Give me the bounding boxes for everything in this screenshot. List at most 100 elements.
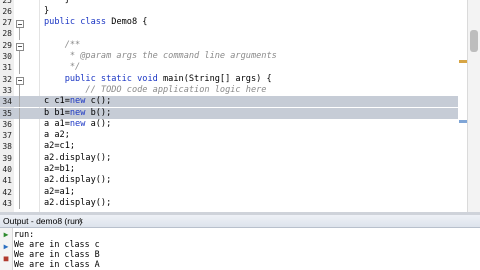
code-token: b();: [90, 107, 112, 118]
code-token: a2.display();: [44, 197, 112, 208]
code-line[interactable]: 28: [0, 28, 458, 40]
code-line[interactable]: 30 * @param args the command line argume…: [0, 51, 458, 63]
output-tab-title[interactable]: Output - demo8 (run): [3, 215, 82, 227]
keyword-token: new: [69, 107, 91, 118]
scroll-thumb[interactable]: [470, 30, 478, 52]
line-number: 32: [2, 74, 12, 84]
code-text[interactable]: a2.display();: [44, 153, 111, 164]
vertical-scrollbar[interactable]: [467, 0, 480, 212]
keyword-token: public static void: [44, 73, 163, 84]
code-text[interactable]: * @param args the command line arguments: [44, 51, 277, 62]
output-panel: Output - demo8 (run) × ▶ ▶ ■ run: We are …: [0, 215, 480, 270]
code-line[interactable]: 41 a2.display();: [0, 175, 458, 187]
code-editor[interactable]: 25 }26}27public class Demo8 {2829 /**30 …: [0, 0, 480, 212]
rerun-icon[interactable]: ▶: [2, 231, 10, 239]
line-number: 37: [2, 131, 12, 141]
code-text[interactable]: // TODO code application logic here: [44, 85, 266, 96]
output-line: We are in class A: [14, 259, 100, 269]
code-line[interactable]: 35 b b1=new b();: [0, 107, 458, 119]
code-text[interactable]: b b1=new b();: [44, 108, 111, 119]
fold-toggle-icon[interactable]: [16, 42, 24, 51]
code-text[interactable]: a2.display();: [44, 198, 111, 209]
code-token: a2=c1;: [44, 141, 76, 152]
fold-guide: [19, 186, 20, 198]
code-text[interactable]: public class Demo8 {: [44, 17, 147, 28]
code-line[interactable]: 39 a2.display();: [0, 152, 458, 164]
code-token: main(String[] args) {: [163, 73, 272, 84]
output-line: We are in class c: [14, 239, 100, 249]
code-text[interactable]: a2=b1;: [44, 164, 75, 175]
code-token: b b1=: [44, 107, 70, 118]
line-number: 31: [2, 63, 12, 73]
code-line[interactable]: 38 a2=c1;: [0, 141, 458, 153]
fold-guide: [19, 96, 20, 108]
fold-toggle-icon[interactable]: [16, 76, 24, 85]
code-line[interactable]: 43 a2.display();: [0, 197, 458, 210]
code-text[interactable]: */: [44, 62, 80, 73]
code-line[interactable]: 27 public class Demo8 {: [0, 17, 458, 29]
code-text[interactable]: }: [44, 6, 49, 17]
code-token: a2=b1;: [44, 164, 76, 174]
line-number: 41: [2, 176, 12, 186]
line-number: 33: [2, 85, 12, 95]
code-line[interactable]: 29 /**: [0, 40, 458, 51]
comment-token: // TODO code application logic here: [44, 84, 267, 95]
stop-icon[interactable]: ■: [2, 255, 10, 263]
line-number: 36: [2, 119, 12, 129]
code-token: a a1=: [44, 118, 70, 129]
code-token: }: [44, 5, 50, 16]
code-token: a2.display();: [44, 175, 112, 186]
keyword-token: public class: [44, 17, 112, 28]
fold-guide: [19, 118, 20, 131]
code-line[interactable]: 37 a a2;: [0, 130, 458, 142]
code-text[interactable]: a2=a1;: [44, 187, 75, 198]
code-token: c c1=: [44, 96, 70, 107]
line-number: 30: [2, 52, 12, 61]
occurrence-mark[interactable]: [459, 120, 467, 123]
fold-guide: [19, 28, 20, 40]
code-text[interactable]: public static void main(String[] args) {: [44, 74, 272, 85]
code-text[interactable]: /**: [44, 40, 81, 51]
code-token: a2=a1;: [44, 186, 76, 197]
code-line[interactable]: 42 a2=a1;: [0, 186, 458, 198]
code-text[interactable]: a a2;: [44, 130, 70, 141]
line-number: 42: [2, 187, 12, 197]
code-line[interactable]: 31 */: [0, 62, 458, 74]
comment-token: * @param args the command line arguments: [44, 51, 277, 61]
fold-guide: [19, 84, 20, 97]
code-token: a();: [90, 118, 112, 129]
close-icon[interactable]: ×: [78, 215, 83, 227]
code-line[interactable]: 34 c c1=new c();: [0, 96, 458, 108]
fold-toggle-icon[interactable]: [16, 20, 24, 29]
code-text[interactable]: a a1=new a();: [44, 119, 111, 130]
fold-guide: [19, 51, 20, 63]
line-number: 26: [2, 6, 12, 16]
fold-guide: [19, 130, 20, 142]
line-number: 39: [2, 153, 12, 163]
code-text[interactable]: a2.display();: [44, 175, 111, 186]
line-number: 29: [2, 40, 12, 50]
output-tab[interactable]: Output - demo8 (run) ×: [0, 215, 480, 228]
line-number: 40: [2, 165, 12, 174]
output-toolbar: ▶ ▶ ■: [0, 228, 13, 270]
line-number: 38: [2, 142, 12, 152]
code-token: a2.display();: [44, 152, 112, 163]
line-number: 27: [2, 18, 12, 28]
fold-guide: [19, 107, 20, 119]
code-token: }: [44, 0, 70, 5]
rerun-debug-icon[interactable]: ▶: [2, 243, 10, 251]
code-text[interactable]: c c1=new c();: [44, 96, 111, 107]
comment-token: */: [44, 62, 81, 73]
fold-guide: [19, 197, 20, 210]
code-line[interactable]: 32 public static void main(String[] args…: [0, 74, 458, 85]
code-line[interactable]: 40 a2=b1;: [0, 164, 458, 176]
line-number: 28: [2, 29, 12, 39]
code-line[interactable]: 26}: [0, 6, 458, 17]
code-text[interactable]: a2=c1;: [44, 141, 75, 152]
keyword-token: new: [69, 118, 91, 129]
code-line[interactable]: 36 a a1=new a();: [0, 118, 458, 131]
fold-guide: [19, 62, 20, 74]
code-line[interactable]: 33 // TODO code application logic here: [0, 84, 458, 97]
fold-guide: [19, 141, 20, 153]
error-stripe-mark[interactable]: [459, 60, 467, 63]
